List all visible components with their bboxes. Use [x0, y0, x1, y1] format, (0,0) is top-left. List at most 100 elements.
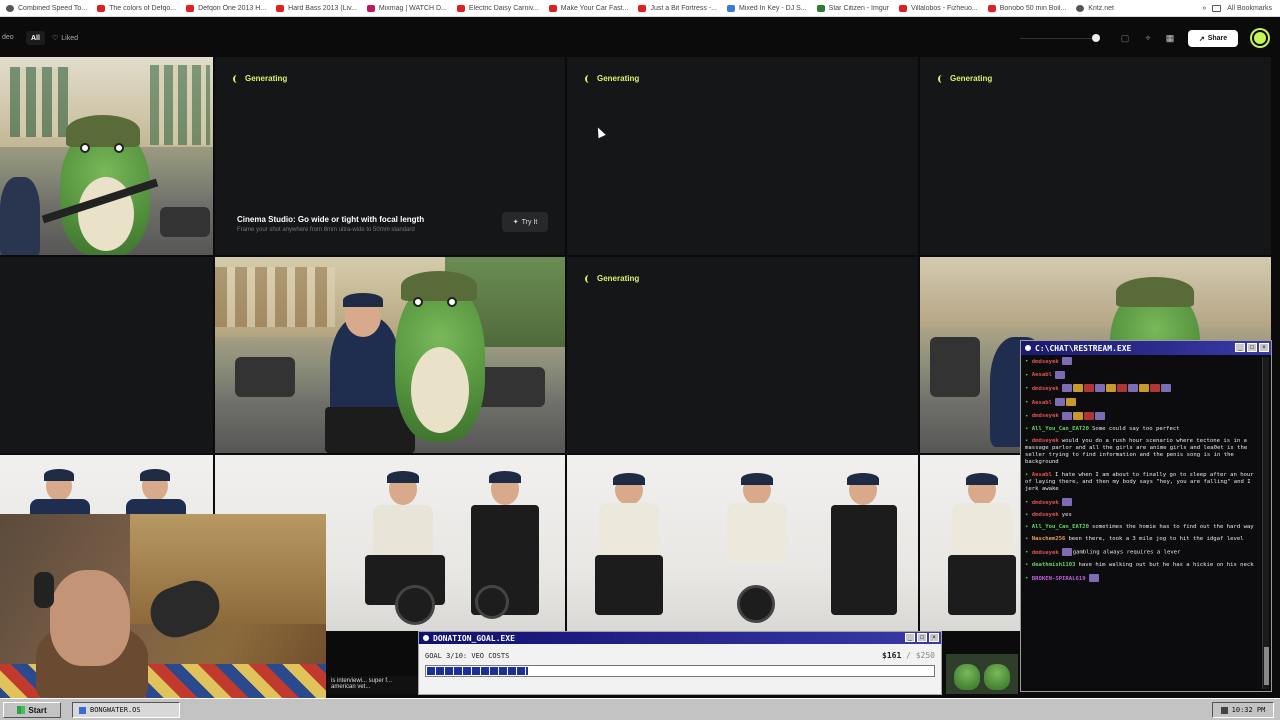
chat-message: • dmdseyek	[1025, 411, 1261, 421]
chat-message: • Aesabl	[1025, 398, 1261, 407]
tab-all[interactable]: All	[26, 31, 45, 45]
chat-platform-icon: •	[1025, 575, 1032, 582]
frog-sticker	[946, 654, 1018, 694]
try-it-button[interactable]: ✦ Try It	[502, 212, 548, 232]
chat-username: All_You_Can_EAT20	[1031, 524, 1090, 531]
bookmark-item[interactable]: Mixed In Key - DJ S...	[726, 4, 807, 12]
bookmark-item[interactable]: Mixmag | WATCH D...	[366, 4, 447, 12]
youtube-icon	[638, 4, 647, 12]
all-bookmarks-button[interactable]: All Bookmarks	[1227, 5, 1272, 12]
minimize-icon[interactable]: _	[905, 633, 915, 642]
bookmark-item[interactable]: Defqon One 2013 H...	[186, 4, 266, 12]
emote-icon	[1160, 384, 1171, 393]
close-icon[interactable]: ×	[1259, 343, 1269, 352]
close-icon[interactable]: ×	[929, 633, 939, 642]
gallery-item-empty[interactable]	[0, 257, 213, 453]
bookmark-item[interactable]: Combined Speed To...	[6, 4, 87, 12]
gallery-item-frog-soldier[interactable]	[0, 57, 213, 255]
zoom-slider-track[interactable]	[1020, 38, 1100, 39]
chat-platform-icon: •	[1025, 536, 1032, 543]
gallery-item-generating-4[interactable]: Generating	[567, 257, 918, 453]
chat-platform-icon: •	[1025, 358, 1032, 365]
chat-platform-icon: •	[1025, 399, 1032, 406]
bookmark-item[interactable]: Star Citizen - Imgur	[816, 4, 889, 12]
chat-platform-icon: •	[1025, 471, 1032, 478]
gallery-item-generating-3[interactable]: Generating	[920, 57, 1271, 255]
chat-message: • dmdseyek would you do a rush hour scena…	[1025, 438, 1261, 467]
bookmarks-right: » All Bookmarks	[1194, 0, 1272, 16]
chat-message: • BROKEN-SPIRAL619	[1025, 574, 1261, 583]
bookmark-label: Villalobos - Fizheuo...	[910, 4, 978, 12]
chat-message: • dmdseyek	[1025, 384, 1261, 393]
bookmarks-bar: Combined Speed To... The colors of Defqo.…	[0, 0, 1280, 17]
minimize-icon[interactable]: _	[1235, 343, 1245, 352]
chat-text: sometimes the homie has to find out the …	[1092, 524, 1254, 531]
bookmark-item[interactable]: Electric Daisy Carniv...	[456, 4, 539, 12]
bookmark-item[interactable]: Just a Bit Fortress -...	[638, 4, 717, 12]
emote-icon	[1138, 384, 1149, 393]
chat-scrollbar[interactable]	[1262, 357, 1269, 689]
chat-username: dmdseyek	[1031, 385, 1059, 392]
system-clock[interactable]: 10:32 PM	[1212, 702, 1274, 718]
spinner-icon	[585, 274, 591, 283]
chat-username: dmdseyek	[1031, 413, 1059, 420]
promo-subtitle: Frame your shot anywhere from 8mm ultra-…	[237, 227, 415, 233]
chat-message: • dmdseyek gambling always requires a lev…	[1025, 548, 1261, 557]
gallery-item-interview[interactable]	[215, 257, 565, 453]
zoom-slider-thumb[interactable]	[1092, 34, 1100, 42]
tab-liked[interactable]: ♡ Liked	[52, 31, 78, 45]
chat-platform-icon: •	[1025, 562, 1032, 569]
donation-titlebar: DONATION_GOAL.EXE	[419, 632, 941, 644]
chat-platform-icon: •	[1025, 413, 1032, 420]
start-button[interactable]: Start	[3, 702, 61, 718]
grid-view-icon[interactable]: ▦	[1164, 32, 1176, 44]
emote-icon	[1088, 574, 1099, 583]
square-view-icon[interactable]: ▢	[1119, 32, 1131, 44]
bookmark-item[interactable]: Bonobo 50 min Boil...	[987, 4, 1066, 12]
bookmark-label: Electric Daisy Carniv...	[468, 4, 539, 12]
chat-message: • Naschem256 been there, took a 3 mile jo…	[1025, 536, 1261, 543]
share-label: Share	[1207, 35, 1228, 42]
bookmark-label: Make Your Car Fast...	[560, 4, 629, 12]
chat-username: Naschem256	[1031, 536, 1066, 543]
share-button[interactable]: ↗ Share	[1188, 30, 1238, 47]
taskbar-app-bongwater[interactable]: BONGWATER.OS	[72, 702, 180, 718]
bookmark-item[interactable]: Villalobos - Fizheuo...	[898, 4, 978, 12]
bookmark-label: Just a Bit Fortress -...	[650, 4, 717, 12]
avatar[interactable]	[1252, 30, 1268, 46]
chat-platform-icon: •	[1025, 437, 1032, 444]
bookmark-label: Hard Bass 2013 (Liv...	[288, 4, 357, 12]
spinner-icon	[233, 74, 239, 83]
maximize-icon[interactable]: □	[1247, 343, 1257, 352]
generating-status: Generating	[585, 274, 639, 283]
emote-icon	[1065, 398, 1076, 407]
clock-time: 10:32 PM	[1231, 706, 1266, 714]
bookmark-item[interactable]: The colors of Defqo...	[97, 4, 176, 12]
bookmark-item[interactable]: Hard Bass 2013 (Liv...	[276, 4, 357, 12]
crosshair-icon[interactable]: ⌖	[1142, 32, 1154, 44]
sparkle-icon: ✦	[512, 219, 519, 226]
try-it-label: Try It	[521, 218, 538, 226]
chat-text: I hate when I am about to finally go to …	[1025, 471, 1254, 492]
chat-scrollbar-thumb[interactable]	[1264, 647, 1269, 685]
maximize-icon[interactable]: □	[917, 633, 927, 642]
gallery-item-studio-3[interactable]	[567, 455, 918, 631]
bookmarks-more-button[interactable]: »	[1202, 5, 1206, 12]
streamer-head	[50, 570, 130, 666]
chat-window: C:\CHAT\RESTREAM.EXE _ □ × • dmdseyek • A…	[1020, 340, 1272, 692]
video-filter-label[interactable]: deo	[2, 34, 14, 41]
bookmark-item[interactable]: Make Your Car Fast...	[548, 4, 629, 12]
gallery-item-generating-2[interactable]: Generating	[567, 57, 918, 255]
emote-icon	[1127, 384, 1138, 393]
emote-icon	[1061, 411, 1072, 420]
emote-icon	[1149, 384, 1160, 393]
donation-goal-window: DONATION_GOAL.EXE _ □ × GOAL 3/10: VEO C…	[418, 631, 942, 695]
youtube-icon	[97, 4, 106, 12]
chat-username: BROKEN-SPIRAL619	[1031, 575, 1086, 582]
taskbar: Start BONGWATER.OS 10:32 PM	[0, 698, 1280, 720]
bookmark-item[interactable]: Kritz.net	[1076, 4, 1114, 12]
chat-text: yes	[1061, 511, 1072, 518]
donation-amount: $161 / $250	[882, 651, 935, 660]
gallery-item-generating-1[interactable]: Generating Cinema Studio: Go wide or tig…	[215, 57, 565, 255]
youtube-icon	[186, 4, 195, 12]
